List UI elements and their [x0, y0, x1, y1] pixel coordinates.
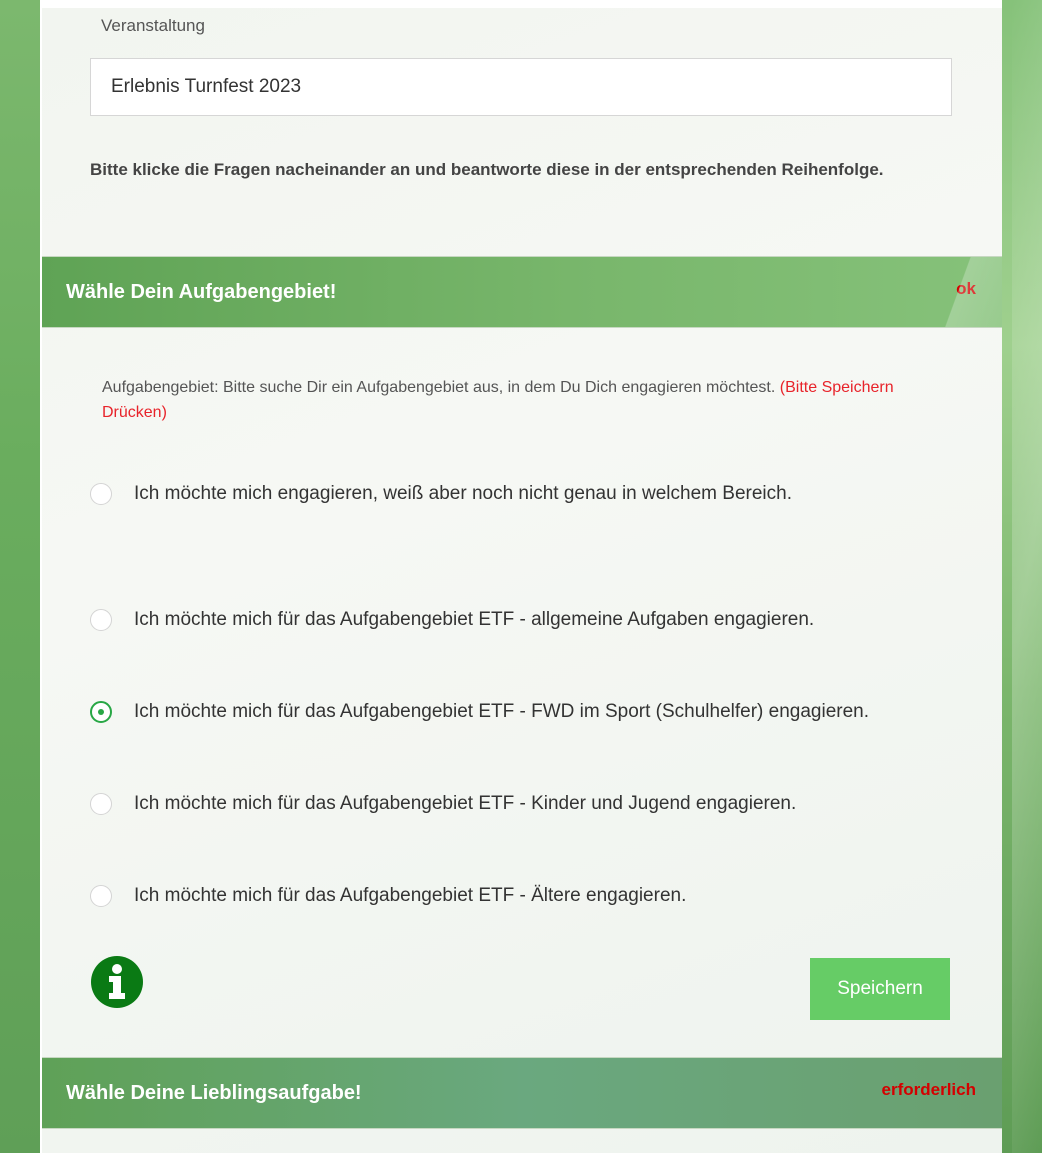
option-label: Ich möchte mich engagieren, weiß aber no… — [134, 483, 792, 504]
save-button[interactable]: Speichern — [810, 958, 950, 1020]
option-kinder-und-jugend[interactable]: Ich möchte mich für das Aufgabengebiet E… — [90, 784, 970, 824]
radio-button[interactable] — [90, 885, 112, 907]
radio-button[interactable] — [90, 793, 112, 815]
form-panel: Veranstaltung Bitte klicke die Fragen na… — [42, 8, 1002, 1153]
event-field[interactable] — [90, 58, 952, 116]
section-header-lieblingsaufgabe[interactable]: Wähle Deine Lieblingsaufgabe! erforderli… — [42, 1057, 1002, 1129]
background-right — [1002, 0, 1042, 1153]
option-not-sure[interactable]: Ich möchte mich engagieren, weiß aber no… — [90, 474, 970, 514]
radio-button[interactable] — [90, 609, 112, 631]
option-fwd-im-sport[interactable]: Ich möchte mich für das Aufgabengebiet E… — [90, 692, 970, 732]
option-label: Ich möchte mich für das Aufgabengebiet E… — [134, 701, 869, 722]
radio-button[interactable] — [90, 483, 112, 505]
section-header-aufgabengebiet[interactable]: Wähle Dein Aufgabengebiet! ok — [42, 256, 1002, 328]
section-title: Wähle Deine Lieblingsaufgabe! — [66, 1082, 362, 1104]
section-title: Wähle Dein Aufgabengebiet! — [66, 281, 337, 303]
section-description: Aufgabengebiet: Bitte suche Dir ein Aufg… — [102, 375, 922, 425]
section-status-badge: ok — [956, 279, 976, 298]
option-allgemeine-aufgaben[interactable]: Ich möchte mich für das Aufgabengebiet E… — [90, 600, 970, 640]
event-field-label: Veranstaltung — [101, 16, 205, 35]
section-status-badge: erforderlich — [881, 1080, 976, 1099]
background-left — [0, 0, 40, 1153]
option-label: Ich möchte mich für das Aufgabengebiet E… — [134, 609, 815, 630]
section-description-text: Aufgabengebiet: Bitte suche Dir ein Aufg… — [102, 379, 776, 396]
option-aeltere[interactable]: Ich möchte mich für das Aufgabengebiet E… — [90, 876, 970, 916]
option-label: Ich möchte mich für das Aufgabengebiet E… — [134, 885, 687, 906]
option-label: Ich möchte mich für das Aufgabengebiet E… — [134, 793, 797, 814]
radio-button-selected[interactable] — [90, 701, 112, 723]
instructions-text: Bitte klicke die Fragen nacheinander an … — [90, 160, 884, 179]
info-circle-icon[interactable] — [90, 955, 144, 1009]
